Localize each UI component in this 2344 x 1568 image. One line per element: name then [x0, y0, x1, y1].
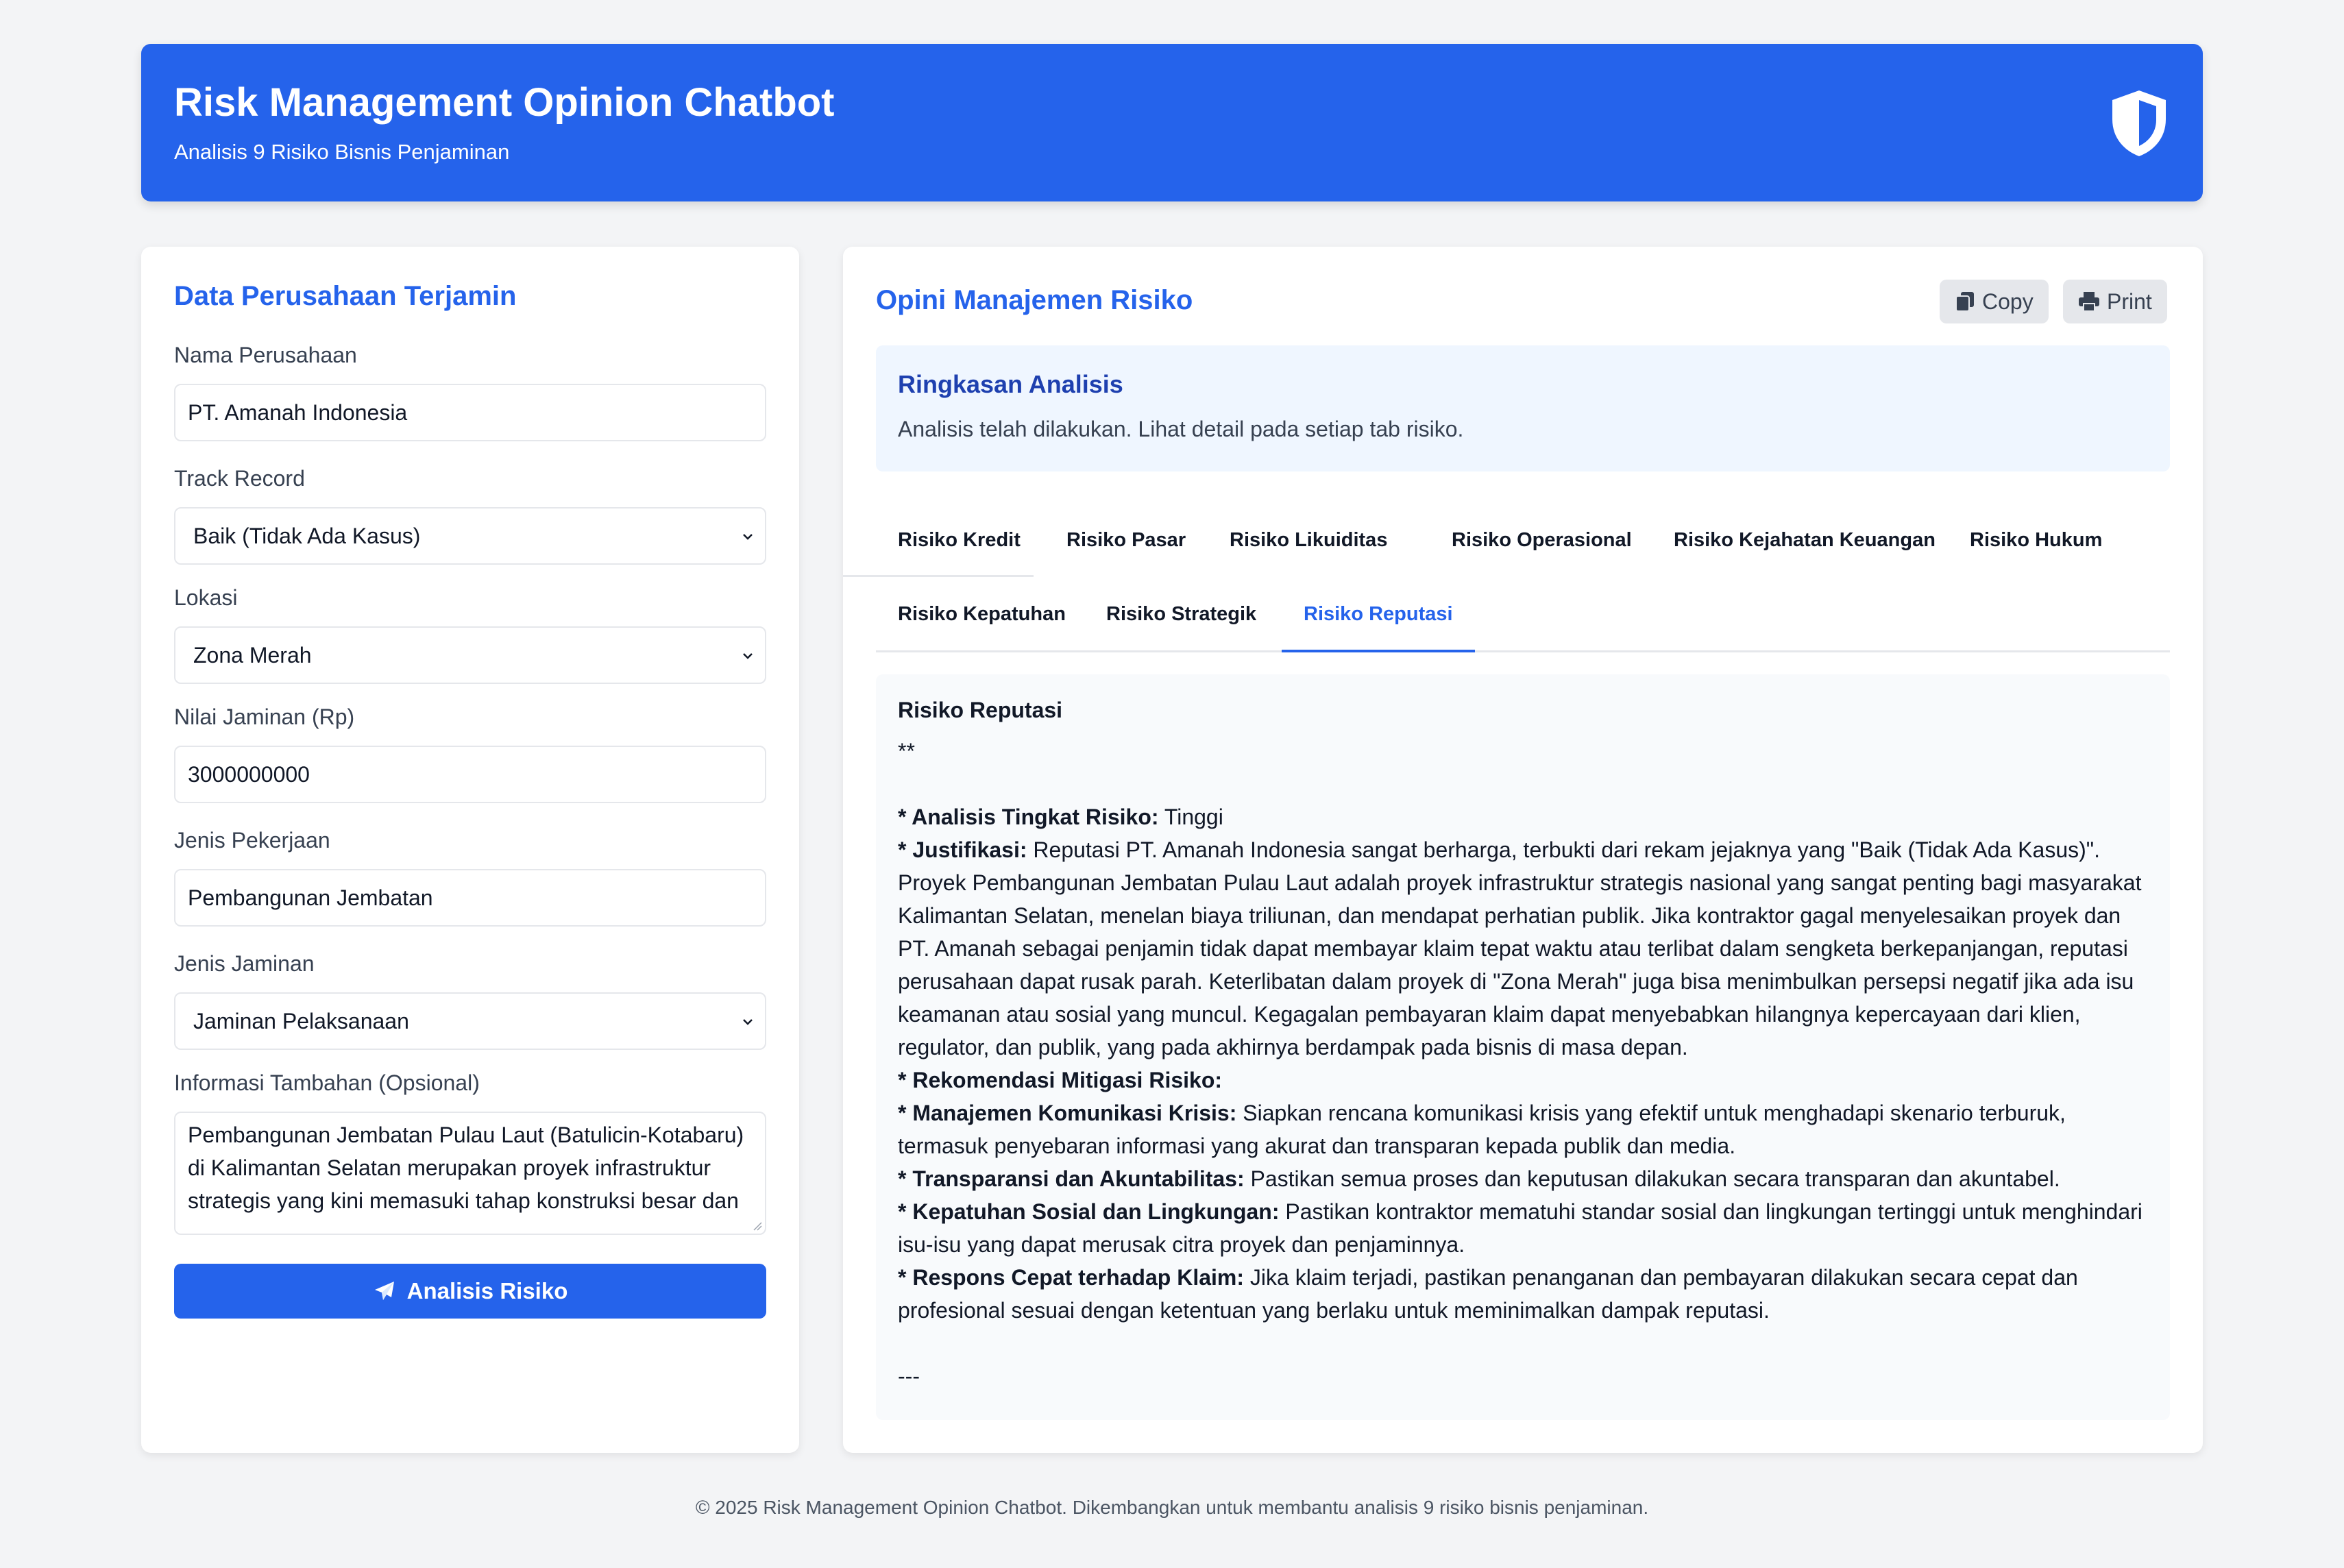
location-value: Zona Merah — [193, 643, 312, 667]
mitigation-item-label: * Respons Cepat terhadap Klaim: — [898, 1265, 1244, 1290]
additional-info-label: Informasi Tambahan (Opsional) — [174, 1070, 480, 1095]
chevron-down-icon — [743, 653, 753, 659]
content-heading: Risiko Reputasi — [898, 698, 1063, 722]
tab-risiko-hukum[interactable]: Risiko Hukum — [1948, 503, 2124, 577]
mitigation-item: * Manajemen Komunikasi Krisis: Siapkan r… — [898, 1097, 2148, 1162]
tab-risiko-kepatuhan[interactable]: Risiko Kepatuhan — [876, 577, 1088, 651]
tab-risiko-kredit[interactable]: Risiko Kredit — [843, 503, 1034, 577]
risk-opinion-card: Opini Manajemen Risiko Copy Print Ringka… — [843, 247, 2203, 1453]
print-button[interactable]: Print — [2063, 280, 2167, 323]
location-select[interactable]: Zona Merah — [174, 626, 766, 684]
justification-label: * Justifikasi: — [898, 837, 1027, 862]
app-header: Risk Management Opinion Chatbot Analisis… — [141, 44, 2203, 201]
track-record-label: Track Record — [174, 466, 305, 491]
mitigation-item: * Transparansi dan Akuntabilitas: Pastik… — [898, 1162, 2148, 1195]
additional-info-textarea[interactable]: Pembangunan Jembatan Pulau Laut (Batulic… — [174, 1112, 766, 1235]
print-label: Print — [2107, 289, 2152, 314]
guarantee-type-label: Jenis Jaminan — [174, 951, 315, 976]
app-title: Risk Management Opinion Chatbot — [174, 80, 835, 125]
job-type-input[interactable]: Pembangunan Jembatan — [174, 869, 766, 927]
guarantee-type-select[interactable]: Jaminan Pelaksanaan — [174, 992, 766, 1050]
job-type-label: Jenis Pekerjaan — [174, 828, 330, 853]
copy-label: Copy — [1982, 289, 2034, 314]
tab-risiko-reputasi[interactable]: Risiko Reputasi — [1282, 577, 1475, 652]
justification-text: Reputasi PT. Amanah Indonesia sangat ber… — [898, 837, 2142, 1059]
company-name-input[interactable]: PT. Amanah Indonesia — [174, 384, 766, 441]
tab-risiko-pasar[interactable]: Risiko Pasar — [1045, 503, 1208, 577]
chevron-down-icon — [743, 1019, 753, 1025]
copy-icon — [1955, 292, 1974, 312]
mitigation-item-label: * Manajemen Komunikasi Krisis: — [898, 1101, 1237, 1125]
risk-level-value: Tinggi — [1158, 805, 1223, 829]
mitigation-item-label: * Kepatuhan Sosial dan Lingkungan: — [898, 1199, 1280, 1224]
summary-text: Analisis telah dilakukan. Lihat detail p… — [898, 417, 1464, 441]
company-name-label: Nama Perusahaan — [174, 343, 357, 367]
risk-level-line: * Analisis Tingkat Risiko: Tinggi — [898, 800, 2148, 833]
app-subtitle: Analisis 9 Risiko Bisnis Penjaminan — [174, 140, 510, 164]
risk-detail-content: Risiko Reputasi ** * Analisis Tingkat Ri… — [876, 674, 2170, 1420]
shield-icon — [2112, 90, 2166, 156]
mitigation-item: * Kepatuhan Sosial dan Lingkungan: Pasti… — [898, 1195, 2148, 1261]
analyze-risk-label: Analisis Risiko — [406, 1278, 568, 1303]
printer-icon — [2079, 292, 2099, 312]
content-stars: ** — [898, 739, 915, 763]
risk-level-label: * Analisis Tingkat Risiko: — [898, 805, 1159, 829]
additional-info-text: Pembangunan Jembatan Pulau Laut (Batulic… — [188, 1123, 744, 1213]
send-icon — [374, 1282, 394, 1300]
footer-text: © 2025 Risk Management Opinion Chatbot. … — [695, 1497, 1649, 1518]
tab-risiko-kejahatan-keuangan[interactable]: Risiko Kejahatan Keuangan — [1652, 503, 1957, 577]
summary-title: Ringkasan Analisis — [898, 370, 1123, 398]
track-record-value: Baik (Tidak Ada Kasus) — [193, 524, 421, 548]
tab-risiko-likuiditas[interactable]: Risiko Likuiditas — [1208, 503, 1409, 577]
mitigation-item-text: Pastikan semua proses dan keputusan dila… — [1244, 1166, 2060, 1191]
mitigation-item-label: * Transparansi dan Akuntabilitas: — [898, 1166, 1245, 1191]
analysis-summary: Ringkasan Analisis Analisis telah dilaku… — [876, 345, 2170, 471]
mitigation-heading: * Rekomendasi Mitigasi Risiko: — [898, 1064, 2148, 1097]
company-data-card: Data Perusahaan Terjamin Nama Perusahaan… — [141, 247, 799, 1453]
location-label: Lokasi — [174, 585, 238, 610]
justification-paragraph: * Justifikasi: Reputasi PT. Amanah Indon… — [898, 833, 2148, 1064]
form-title: Data Perusahaan Terjamin — [174, 281, 517, 311]
resize-handle-icon[interactable] — [753, 1221, 762, 1231]
copy-button[interactable]: Copy — [1940, 280, 2049, 323]
guarantee-value-label: Nilai Jaminan (Rp) — [174, 705, 355, 729]
opinion-title: Opini Manajemen Risiko — [876, 285, 1193, 315]
guarantee-type-value: Jaminan Pelaksanaan — [193, 1009, 409, 1033]
tab-risiko-strategik[interactable]: Risiko Strategik — [1084, 577, 1278, 651]
tab-risiko-operasional[interactable]: Risiko Operasional — [1430, 503, 1654, 577]
content-closing: --- — [898, 1364, 920, 1388]
chevron-down-icon — [743, 534, 753, 540]
track-record-select[interactable]: Baik (Tidak Ada Kasus) — [174, 507, 766, 565]
guarantee-value-input[interactable]: 3000000000 — [174, 746, 766, 803]
mitigation-item: * Respons Cepat terhadap Klaim: Jika kla… — [898, 1261, 2148, 1327]
mitigation-label: * Rekomendasi Mitigasi Risiko: — [898, 1068, 1223, 1092]
analyze-risk-button[interactable]: Analisis Risiko — [174, 1264, 766, 1319]
